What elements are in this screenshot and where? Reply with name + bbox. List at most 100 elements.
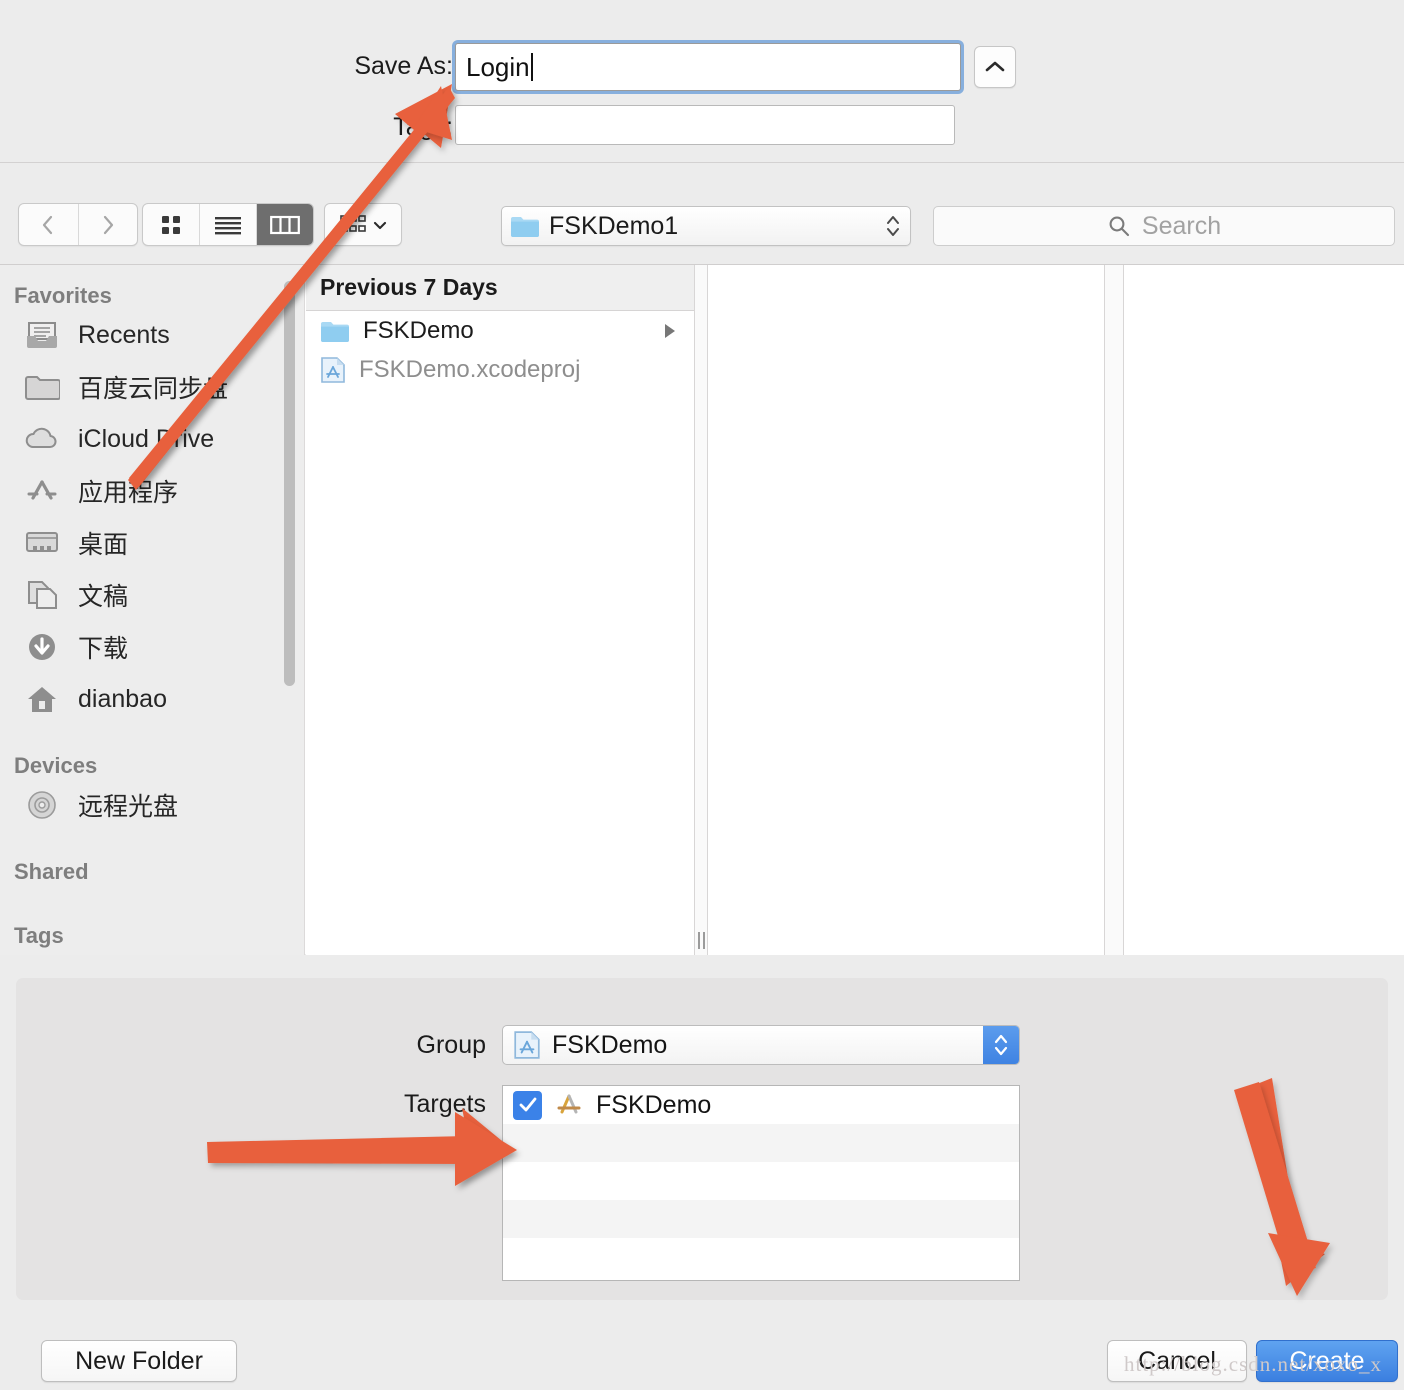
save-as-value: Login [466,51,530,82]
view-icon-button[interactable] [143,204,199,245]
recents-icon [27,322,57,348]
target-checkbox[interactable] [513,1090,542,1120]
save-as-input[interactable]: Login [455,43,961,91]
chevron-right-icon [103,215,113,234]
target-row-empty [503,1124,1019,1162]
file-name: FSKDemo [363,316,474,344]
target-name: FSKDemo [596,1090,712,1119]
folder-icon [25,376,60,400]
sidebar-item-label: 桌面 [78,531,129,559]
downloads-icon [29,634,55,660]
column-resize-grip[interactable] [694,930,708,950]
cloud-icon [25,427,57,448]
search-placeholder: Search [1141,211,1222,240]
sidebar-item-label: 远程光盘 [78,793,179,821]
applications-icon [27,480,57,500]
browser-column-1: Previous 7 Days FSKDemo FSKDemo.xcodepro… [306,265,694,955]
sidebar-item-icloud-drive[interactable]: iCloud Drive [0,413,304,465]
target-row-empty [503,1238,1019,1276]
column-view-icon [270,215,300,234]
target-row-empty [503,1162,1019,1200]
sidebar-section-tags-header: Tags [14,923,64,948]
targets-list: FSKDemo [502,1085,1020,1281]
file-browser: Favorites Recents 百度云同步盘 iCloud Drive 应用… [0,264,1404,955]
name-area: Save As: Login Tags: [0,0,1404,162]
search-input[interactable]: Search [933,206,1395,246]
tags-label: Tags: [393,113,453,141]
grid-view-icon [162,215,180,234]
stepper-chevrons-icon [887,216,899,236]
watermark-text: http://blog.csdn.net/xoxo_x [1124,1352,1382,1376]
arrange-button[interactable] [324,203,402,246]
chevron-up-icon [994,1034,1008,1044]
view-column-button[interactable] [256,204,313,245]
disclosure-triangle-icon[interactable] [662,322,678,340]
sidebar-item-recents[interactable]: Recents [0,309,304,361]
sidebar-item-applications[interactable]: 应用程序 [0,465,304,517]
view-list-button[interactable] [199,204,256,245]
chevron-up-icon [985,61,1005,72]
column-group-header: Previous 7 Days [306,265,694,311]
xcodeproj-icon [321,356,345,383]
checkmark-icon [519,1097,536,1112]
sidebar-item-label: 文稿 [78,583,129,611]
chevron-left-icon [43,215,53,234]
target-row-empty [503,1200,1019,1238]
browser-column-3[interactable] [1124,265,1404,955]
browser-column-2[interactable] [708,265,1104,955]
sidebar-item-remote-disc[interactable]: 远程光盘 [0,779,304,831]
desktop-icon [26,532,58,552]
list-view-icon [215,216,241,234]
xcodeproj-icon [514,1031,540,1059]
sidebar-scrollbar[interactable] [284,281,295,686]
save-dialog: Save As: Login Tags: FSKDemo1 Search Fav… [0,0,1404,1390]
view-mode-segmented-control [142,203,314,246]
chevron-down-icon [373,221,386,229]
new-folder-button[interactable]: New Folder [41,1340,237,1382]
home-icon [28,687,56,712]
documents-icon [28,581,57,609]
chevron-down-icon [994,1046,1008,1056]
sidebar-section-favorites-header: Favorites [14,283,112,308]
search-icon [1109,216,1129,237]
sidebar-section-shared-header: Shared [14,859,89,884]
file-name: FSKDemo.xcodeproj [359,355,581,383]
sidebar-item-dianbao[interactable]: dianbao [0,673,304,725]
sidebar-item-label: Recents [78,320,170,349]
tags-input[interactable] [455,105,955,145]
sidebar-item-label: dianbao [78,684,167,713]
list-item[interactable]: FSKDemo.xcodeproj [306,350,694,389]
list-item[interactable]: FSKDemo [306,311,694,350]
path-popup-value: FSKDemo1 [549,211,679,240]
expand-collapse-button[interactable] [974,46,1016,88]
sidebar-item-label: iCloud Drive [78,424,215,453]
target-row[interactable]: FSKDemo [503,1086,1019,1124]
sidebar-item-label: 下载 [78,635,129,663]
group-label: Group [416,1031,486,1059]
sidebar-item-label: 应用程序 [78,479,179,507]
sidebar: Favorites Recents 百度云同步盘 iCloud Drive 应用… [0,265,305,955]
group-popup-button[interactable]: FSKDemo [502,1025,1020,1065]
forward-button[interactable] [77,204,138,245]
column-gutter [695,265,707,955]
folder-icon [321,321,349,342]
column-gutter [1105,265,1123,955]
sidebar-item-desktop[interactable]: 桌面 [0,517,304,569]
group-value: FSKDemo [552,1030,668,1059]
path-popup-button[interactable]: FSKDemo1 [501,206,911,246]
sidebar-item-label: 百度云同步盘 [78,375,229,403]
save-as-label: Save As: [354,52,453,80]
back-button[interactable] [19,204,78,245]
text-caret [530,53,533,81]
targets-label: Targets [404,1090,486,1118]
sidebar-item-documents[interactable]: 文稿 [0,569,304,621]
sidebar-item-baiduyun[interactable]: 百度云同步盘 [0,361,304,413]
folder-icon [511,217,539,237]
sidebar-section-devices-header: Devices [14,753,98,778]
xcode-app-icon [557,1094,581,1114]
sidebar-item-downloads[interactable]: 下载 [0,621,304,673]
navigation-segmented-control [18,203,138,246]
group-stepper[interactable] [983,1026,1019,1064]
disc-icon [28,791,56,819]
arrange-grid-icon [339,214,366,232]
